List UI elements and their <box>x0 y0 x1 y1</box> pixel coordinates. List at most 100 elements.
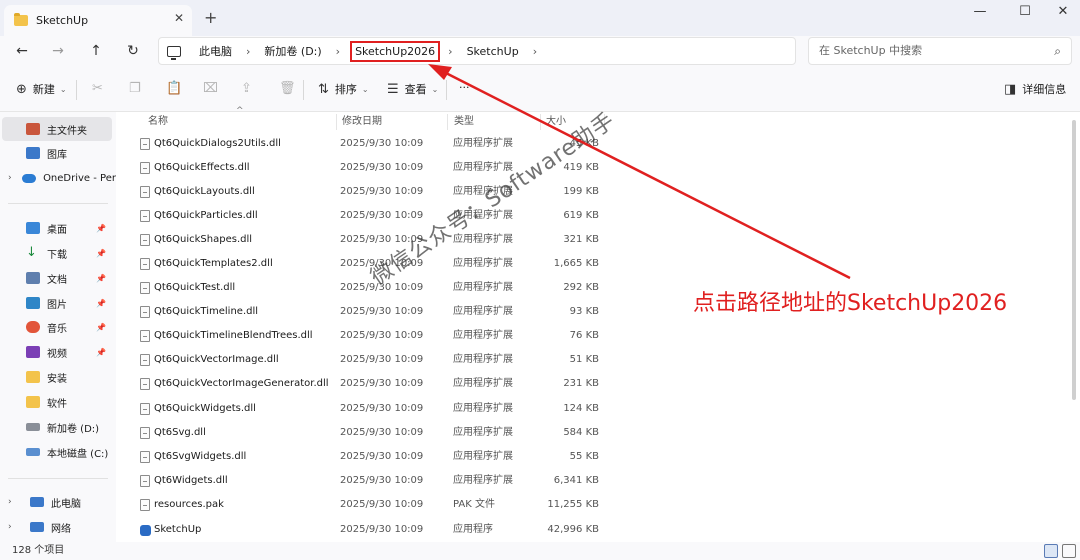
sidebar-item-label: 安装 <box>47 373 67 385</box>
sidebar-item-home[interactable]: 主文件夹 <box>2 117 112 141</box>
breadcrumb-this-pc[interactable]: 此电脑 <box>199 43 232 59</box>
file-name: resources.pak <box>154 499 224 510</box>
file-date: 2025/9/30 10:09 <box>340 499 424 510</box>
breadcrumb-drive-d[interactable]: 新加卷 (D:) <box>264 43 321 59</box>
delete-button[interactable]: 🗑 <box>279 81 302 96</box>
column-header-modified[interactable]: 修改日期 <box>342 112 382 132</box>
file-name: Qt6QuickWidgets.dll <box>154 403 256 414</box>
table-row[interactable]: Qt6SvgWidgets.dll 2025/9/30 10:09 应用程序扩展 55… <box>134 445 604 469</box>
rename-button[interactable]: ⌧ <box>203 81 224 96</box>
address-bar[interactable]: 此电脑 › 新加卷 (D:) › SketchUp2026 › SketchUp… <box>158 37 796 65</box>
new-tab-button[interactable]: + <box>204 8 217 27</box>
file-date: 2025/9/30 10:09 <box>340 306 424 317</box>
sidebar-item-drive-c[interactable]: 本地磁盘 (C:) <box>0 440 116 464</box>
details-pane-icon: ◨ <box>1004 81 1017 97</box>
breadcrumb-sketchup2026[interactable]: SketchUp2026 <box>350 40 441 62</box>
file-date: 2025/9/30 10:09 <box>340 524 424 535</box>
cut-button[interactable]: ✂ <box>92 81 109 96</box>
column-header-type[interactable]: 类型 <box>454 112 474 132</box>
tiles-view-button[interactable] <box>1062 544 1076 558</box>
file-date: 2025/9/30 10:09 <box>340 451 424 462</box>
table-row[interactable]: Qt6QuickParticles.dll 2025/9/30 10:09 应用程序… <box>134 204 604 228</box>
dll-file-icon <box>140 138 150 150</box>
dll-file-icon <box>140 234 150 246</box>
view-button[interactable]: ☰ 查看 ⌄ <box>387 81 438 97</box>
view-icon: ☰ <box>387 81 399 97</box>
download-icon: ↓ <box>26 245 37 260</box>
table-row[interactable]: Qt6Svg.dll 2025/9/30 10:09 应用程序扩展 584 KB <box>134 421 604 445</box>
sort-button[interactable]: ⇅ 排序 ⌄ <box>318 81 369 97</box>
sidebar-item-label: 新加卷 (D:) <box>47 423 100 435</box>
tab-sketchup[interactable]: SketchUp ✕ <box>4 5 192 36</box>
file-size: 292 KB <box>563 282 599 293</box>
refresh-button[interactable]: ↻ <box>123 41 143 61</box>
table-row[interactable]: Qt6QuickShapes.dll 2025/9/30 10:09 应用程序扩展 3… <box>134 228 604 252</box>
breadcrumb-sketchup[interactable]: SketchUp <box>467 45 519 58</box>
file-name: Qt6QuickTemplates2.dll <box>154 258 273 269</box>
table-row[interactable]: Qt6Widgets.dll 2025/9/30 10:09 应用程序扩展 6,341… <box>134 469 604 493</box>
sidebar-item-desktop[interactable]: 桌面 📌 <box>0 216 116 240</box>
file-date: 2025/9/30 10:09 <box>340 427 424 438</box>
sidebar-item-downloads[interactable]: ↓ 下载 📌 <box>0 241 116 265</box>
sidebar-item-network[interactable]: › 网络 <box>0 515 116 539</box>
more-label: ··· <box>459 81 470 94</box>
pin-icon: 📌 <box>96 298 106 308</box>
divider <box>303 80 304 100</box>
sidebar-item-drive-d[interactable]: 新加卷 (D:) <box>0 415 116 439</box>
dll-file-icon <box>140 403 150 415</box>
table-row[interactable]: resources.pak 2025/9/30 10:09 PAK 文件 11,255… <box>134 493 604 517</box>
sidebar-item-onedrive[interactable]: › OneDrive - Per <box>0 166 116 190</box>
plus-circle-icon: ⊕ <box>16 81 27 97</box>
file-size: 321 KB <box>563 234 599 245</box>
sidebar-item-videos[interactable]: 视频 📌 <box>0 340 116 364</box>
dll-file-icon <box>140 354 150 366</box>
more-options-button[interactable]: ··· <box>459 81 470 94</box>
up-button[interactable]: ↑ <box>86 41 106 61</box>
table-row[interactable]: Qt6QuickTimelineBlendTrees.dll 2025/9/30 … <box>134 324 604 348</box>
table-row[interactable]: Qt6QuickVectorImageGenerator.dll 2025/9/3… <box>134 372 604 396</box>
copy-button[interactable]: ❐ <box>129 81 147 96</box>
sidebar-item-install[interactable]: 安装 <box>0 365 116 389</box>
chevron-right-icon: › <box>246 44 251 58</box>
table-row[interactable]: Qt6QuickTest.dll 2025/9/30 10:09 应用程序扩展 292… <box>134 276 604 300</box>
sidebar-item-documents[interactable]: 文档 📌 <box>0 266 116 290</box>
sidebar-item-this-pc[interactable]: › 此电脑 <box>0 490 116 514</box>
search-input[interactable]: 在 SketchUp 中搜索 ⌕ <box>808 37 1072 65</box>
forward-button[interactable]: → <box>48 41 68 61</box>
close-window-button[interactable]: ✕ <box>1048 4 1078 19</box>
divider <box>446 80 447 100</box>
sidebar-item-software[interactable]: 软件 <box>0 390 116 414</box>
sort-label: 排序 <box>334 83 357 96</box>
file-size: 6,341 KB <box>553 475 599 486</box>
sketchup-app-icon <box>140 525 151 536</box>
file-size: 42,996 KB <box>547 524 599 535</box>
new-label: 新建 <box>32 83 55 96</box>
details-pane-button[interactable]: ◨ 详细信息 <box>1004 81 1066 97</box>
file-date: 2025/9/30 10:09 <box>340 378 424 389</box>
sidebar-item-label: 此电脑 <box>51 498 81 510</box>
table-row[interactable]: Qt6QuickVectorImage.dll 2025/9/30 10:09 应用… <box>134 348 604 372</box>
new-button[interactable]: ⊕ 新建 ⌄ <box>16 81 67 97</box>
file-name: SketchUp <box>154 524 202 535</box>
file-name: Qt6QuickEffects.dll <box>154 162 250 173</box>
column-header-name[interactable]: 名称 <box>148 112 168 132</box>
table-row[interactable]: Qt6QuickWidgets.dll 2025/9/30 10:09 应用程序扩展… <box>134 397 604 421</box>
table-row[interactable]: Qt6QuickTimeline.dll 2025/9/30 10:09 应用程序扩… <box>134 300 604 324</box>
sidebar-item-pictures[interactable]: 图片 📌 <box>0 291 116 315</box>
vertical-scrollbar[interactable] <box>1072 120 1076 400</box>
sidebar-item-label: OneDrive - Per <box>43 172 116 184</box>
sidebar-item-gallery[interactable]: 图库 <box>0 141 116 165</box>
chevron-down-icon: ⌄ <box>59 84 67 94</box>
details-view-button[interactable] <box>1044 544 1058 558</box>
sidebar-item-music[interactable]: 音乐 📌 <box>0 315 116 339</box>
maximize-button[interactable]: ☐ <box>1010 4 1040 19</box>
tab-close-icon[interactable]: ✕ <box>174 11 184 25</box>
table-row[interactable]: SketchUp 2025/9/30 10:09 应用程序 42,996 KB <box>134 518 604 542</box>
back-button[interactable]: ← <box>12 41 32 61</box>
paste-button[interactable]: 📋 <box>166 81 188 96</box>
file-size: 93 KB <box>569 306 599 317</box>
sidebar-item-label: 视频 <box>47 348 67 360</box>
share-button[interactable]: ⇪ <box>241 81 258 96</box>
file-name: Qt6QuickVectorImageGenerator.dll <box>154 378 329 389</box>
minimize-button[interactable]: — <box>965 4 995 19</box>
